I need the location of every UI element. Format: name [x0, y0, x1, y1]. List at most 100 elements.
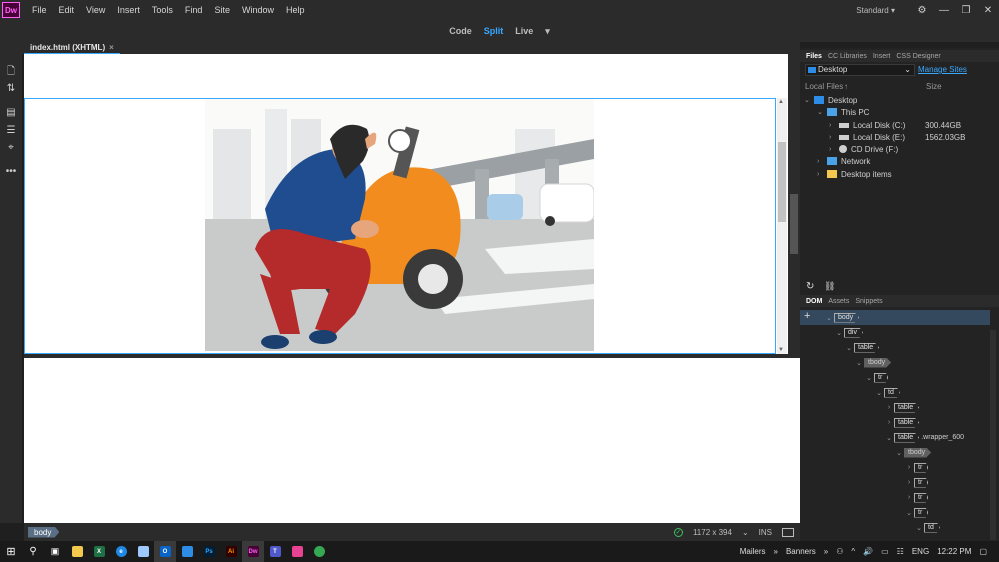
scroll-down-icon[interactable]: ▼ [778, 347, 784, 353]
dreamweaver-icon[interactable]: Dw [242, 541, 264, 562]
chevron-down-icon[interactable]: ⌄ [894, 449, 904, 457]
dom-node-td[interactable]: ⌄ td [800, 520, 990, 535]
restore-button[interactable]: ❐ [955, 5, 977, 16]
dom-tag[interactable]: tr [914, 492, 929, 503]
sort-arrow-icon[interactable]: ↑ [844, 82, 848, 91]
notifications-icon[interactable]: ▢ [979, 547, 987, 556]
dom-tag[interactable]: tr [914, 462, 929, 473]
tree-item-local-disk-c[interactable]: › Local Disk (C:) 300.44GB [829, 119, 999, 131]
code-navigator-icon[interactable]: ⌖ [4, 142, 18, 154]
close-tab-icon[interactable]: × [109, 43, 114, 52]
manage-sites-link[interactable]: Manage Sites [918, 65, 967, 74]
chevron-right-icon[interactable]: › [817, 158, 825, 165]
tab-snippets[interactable]: Snippets [855, 298, 882, 305]
dom-tag[interactable]: tr [874, 372, 889, 383]
dom-tag[interactable]: table [894, 417, 920, 428]
tab-css-designer[interactable]: CSS Designer [896, 53, 940, 60]
dom-tag[interactable]: tbody [864, 357, 892, 368]
chevron-down-icon[interactable]: ⌄ [874, 389, 884, 397]
document-scroll-thumb[interactable] [790, 194, 798, 254]
toolbar-banners[interactable]: Banners [786, 547, 816, 556]
tab-files[interactable]: Files [806, 53, 822, 60]
dom-tag[interactable]: tr [914, 507, 929, 518]
close-button[interactable]: ✕ [977, 5, 999, 16]
dom-tag[interactable]: table [894, 432, 920, 443]
dom-tag[interactable]: body [834, 312, 860, 323]
scroll-thumb[interactable] [778, 142, 786, 222]
chevron-down-icon[interactable]: ⌄ [817, 108, 825, 116]
tray-up-icon[interactable]: ^ [851, 547, 855, 556]
start-button[interactable]: ⊞ [0, 541, 22, 562]
edge-icon[interactable]: e [110, 541, 132, 562]
dom-node-td[interactable]: ⌄ td [800, 385, 990, 400]
dom-node-tr[interactable]: › tr [800, 475, 990, 490]
chevron-down-icon[interactable]: ⌄ [884, 434, 894, 442]
insert-mode[interactable]: INS [759, 528, 772, 537]
menu-edit[interactable]: Edit [59, 5, 75, 15]
tab-cc-libraries[interactable]: CC Libraries [828, 53, 867, 60]
photos-icon[interactable] [286, 541, 308, 562]
chevron-down-icon[interactable]: ⌄ [844, 344, 854, 352]
window-size-dropdown-icon[interactable]: ⌄ [742, 528, 749, 537]
add-element-icon[interactable]: + [804, 310, 810, 322]
dom-tag[interactable]: div [844, 327, 863, 338]
tree-item-network[interactable]: › Network [817, 155, 870, 167]
chevron-down-icon[interactable]: ⌄ [864, 374, 874, 382]
menu-help[interactable]: Help [286, 5, 305, 15]
tab-assets[interactable]: Assets [828, 298, 849, 305]
tree-item-desktop-items[interactable]: › Desktop items [817, 168, 892, 180]
document-scrollbar[interactable] [788, 54, 800, 354]
tree-item-this-pc[interactable]: ⌄ This PC [817, 106, 869, 118]
refresh-icon[interactable]: ↻ [806, 281, 814, 292]
tree-item-desktop[interactable]: ⌄ Desktop [804, 94, 857, 106]
network-tray-icon[interactable]: ☷ [897, 547, 904, 556]
open-document-icon[interactable]: 🗋 [4, 66, 18, 78]
chrome-icon[interactable] [308, 541, 330, 562]
connect-icon[interactable]: ⛓ [824, 281, 835, 292]
chevron-right-icon[interactable]: › [904, 479, 914, 486]
toolbar-banners-chevron[interactable]: » [824, 547, 828, 556]
menu-window[interactable]: Window [242, 5, 274, 15]
chevron-down-icon[interactable]: ⌄ [854, 359, 864, 367]
toolbar-mailers-chevron[interactable]: » [774, 547, 778, 556]
menu-file[interactable]: File [32, 5, 47, 15]
no-errors-icon[interactable]: ✓ [673, 527, 683, 537]
teams-icon[interactable]: T [264, 541, 286, 562]
menu-view[interactable]: View [86, 5, 105, 15]
chevron-right-icon[interactable]: › [884, 404, 894, 411]
file-explorer-icon[interactable] [66, 541, 88, 562]
photoshop-icon[interactable]: Ps [198, 541, 220, 562]
tree-item-cd-drive[interactable]: › CD Drive (F:) [829, 143, 898, 155]
chevron-right-icon[interactable]: › [829, 146, 837, 153]
col-size[interactable]: Size [926, 82, 942, 91]
excel-icon[interactable]: X [88, 541, 110, 562]
task-view-icon[interactable]: ▣ [44, 541, 66, 562]
app-icon[interactable] [176, 541, 198, 562]
battery-icon[interactable]: ▭ [881, 547, 889, 556]
chevron-right-icon[interactable]: › [817, 171, 825, 178]
file-management-icon[interactable]: ⇅ [4, 83, 18, 95]
preview-icon[interactable] [782, 527, 794, 537]
dom-tag[interactable]: tr [914, 477, 929, 488]
dom-tag[interactable]: table [894, 402, 920, 413]
dom-node-table[interactable]: › table [800, 415, 990, 430]
tab-insert[interactable]: Insert [873, 53, 891, 60]
dom-node-table[interactable]: ⌄ table [800, 340, 990, 355]
chevron-down-icon[interactable]: ⌄ [804, 96, 812, 104]
scroll-up-icon[interactable]: ▲ [778, 99, 784, 105]
chevron-right-icon[interactable]: › [904, 464, 914, 471]
dom-tag[interactable]: tbody [904, 447, 932, 458]
tab-dom[interactable]: DOM [806, 298, 822, 305]
col-local-files[interactable]: Local Files [805, 82, 843, 91]
dom-node-table[interactable]: › table [800, 400, 990, 415]
location-select[interactable]: Desktop ⌄ [805, 64, 915, 76]
chevron-right-icon[interactable]: › [884, 419, 894, 426]
chevron-down-icon[interactable]: ⌄ [824, 314, 834, 322]
toolbar-mailers[interactable]: Mailers [740, 547, 766, 556]
notes-icon[interactable] [132, 541, 154, 562]
dom-node-tbody[interactable]: ⌄ tbody [800, 355, 990, 370]
people-icon[interactable]: ⚇ [836, 547, 843, 556]
more-tools-icon[interactable]: ••• [4, 166, 18, 178]
dom-node-tr[interactable]: › tr [800, 490, 990, 505]
menu-find[interactable]: Find [185, 5, 203, 15]
